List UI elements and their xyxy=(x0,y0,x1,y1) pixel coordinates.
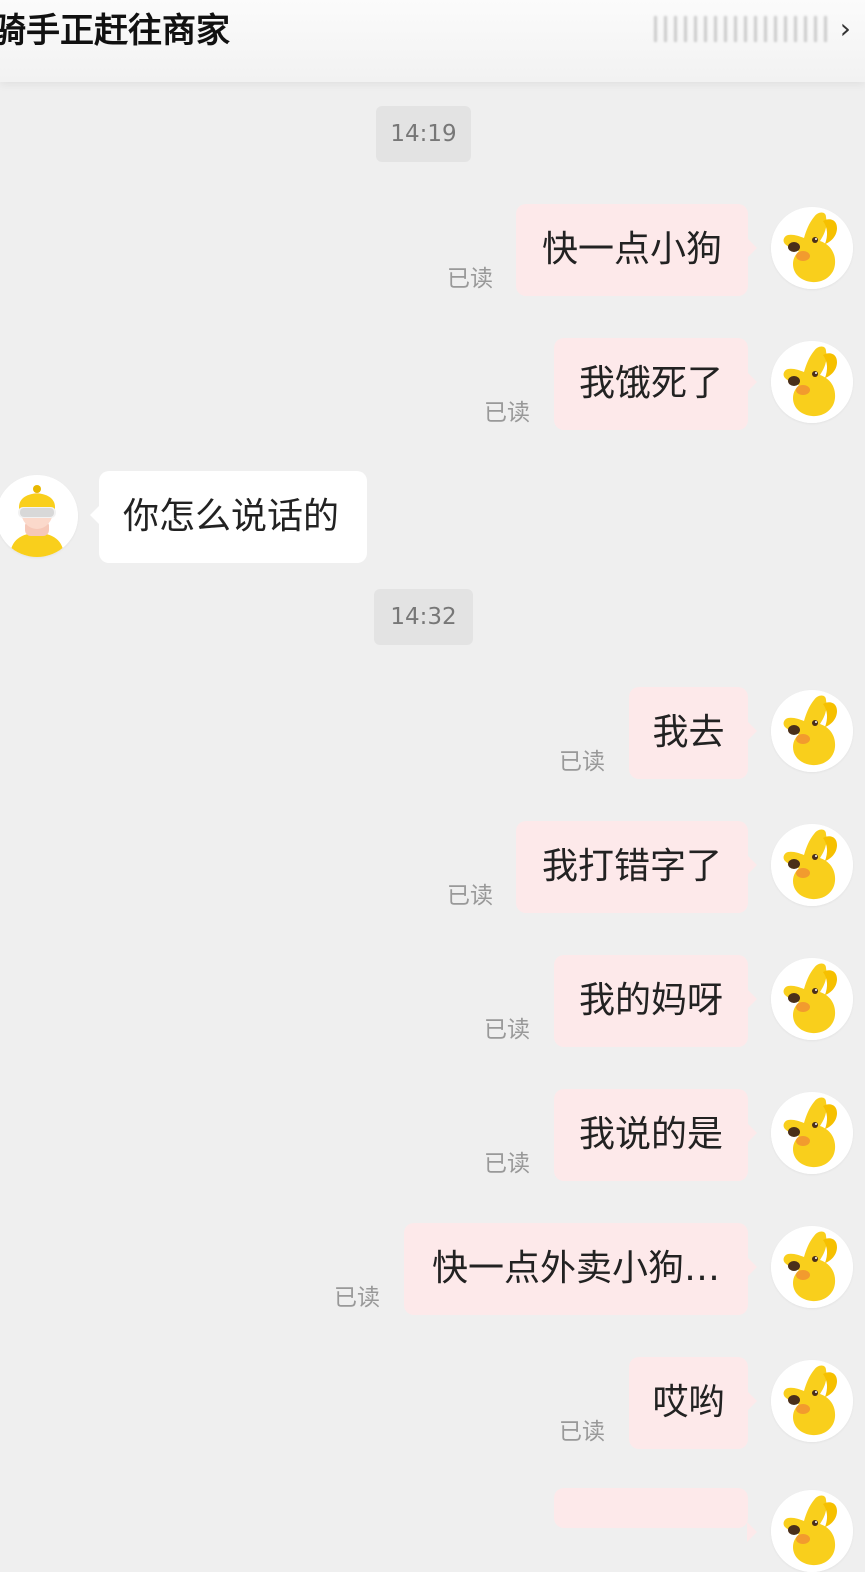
dog-avatar-icon[interactable] xyxy=(771,207,853,289)
my-message-bubble[interactable]: 我的妈呀 xyxy=(554,955,757,1047)
timestamp: 14:19 xyxy=(376,106,471,162)
read-status: 已读 xyxy=(334,1285,380,1311)
read-status: 已读 xyxy=(484,1017,530,1043)
dog-avatar-icon[interactable] xyxy=(771,1490,853,1572)
rider-status-title: 骑手正赶往商家 xyxy=(0,11,230,51)
read-status: 已读 xyxy=(447,266,493,292)
dog-avatar-icon[interactable] xyxy=(771,824,853,906)
rider-avatar-icon[interactable] xyxy=(0,475,78,557)
read-status: 已读 xyxy=(447,883,493,909)
read-status: 已读 xyxy=(484,1151,530,1177)
my-message-bubble[interactable]: 快一点小狗 xyxy=(516,204,757,296)
my-message-bubble[interactable]: 我饿死了 xyxy=(554,338,757,430)
read-status: 已读 xyxy=(559,1419,605,1445)
read-status: 已读 xyxy=(559,749,605,775)
dog-avatar-icon[interactable] xyxy=(771,341,853,423)
dog-avatar-icon[interactable] xyxy=(771,958,853,1040)
dog-avatar-icon[interactable] xyxy=(771,1092,853,1174)
my-message-bubble[interactable]: 哎哟 xyxy=(629,1357,757,1449)
my-message-bubble[interactable]: 我打错字了 xyxy=(516,821,757,913)
timestamp: 14:32 xyxy=(374,589,473,645)
my-message-bubble[interactable]: 我说的是 xyxy=(554,1089,757,1181)
chevron-right-icon[interactable]: › xyxy=(840,14,851,44)
my-message-bubble[interactable]: 我去 xyxy=(629,687,757,779)
dog-avatar-icon[interactable] xyxy=(771,1226,853,1308)
my-message-bubble[interactable]: 快一点外卖小狗… xyxy=(404,1223,757,1315)
header-right[interactable]: ▒▒▒▒▒▒ › xyxy=(653,14,851,44)
rider-message-bubble[interactable]: 你怎么说话的 xyxy=(90,471,367,563)
blurred-header-text: ▒▒▒▒▒▒ xyxy=(653,16,832,42)
my-message-bubble-partial[interactable] xyxy=(554,1488,757,1542)
chat-header: 骑手正赶往商家 ▒▒▒▒▒▒ › xyxy=(0,0,865,82)
read-status: 已读 xyxy=(484,400,530,426)
dog-avatar-icon[interactable] xyxy=(771,1360,853,1442)
dog-avatar-icon[interactable] xyxy=(771,690,853,772)
